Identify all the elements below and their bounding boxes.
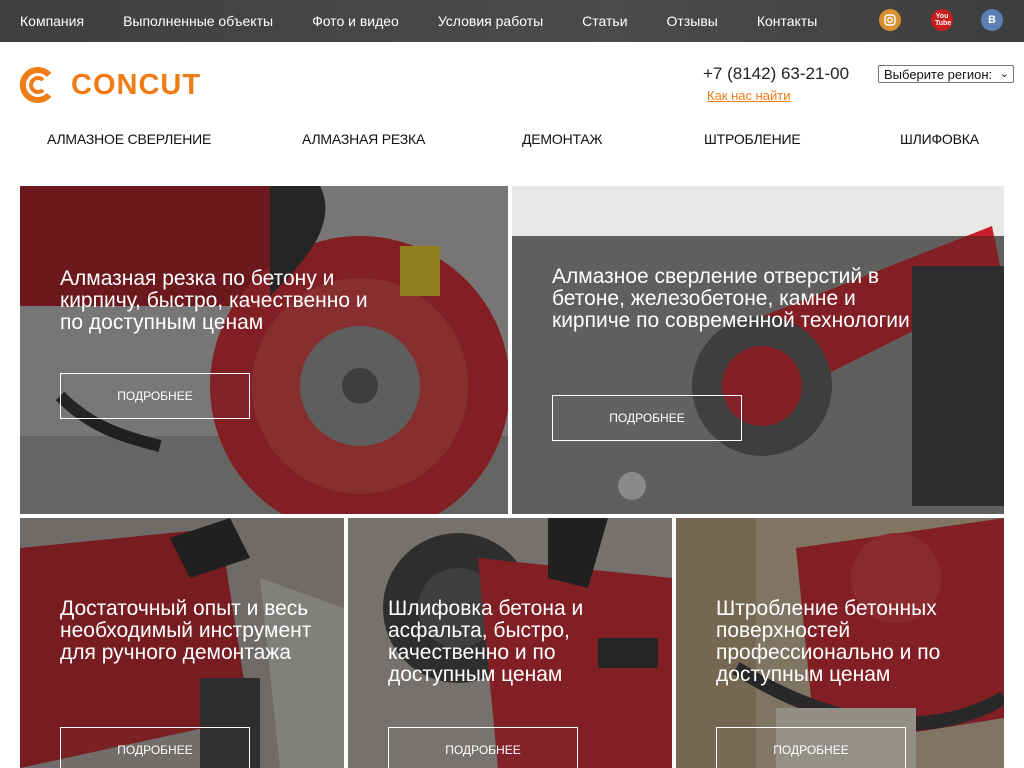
region-select[interactable]: Выберите регион: ⌄ <box>878 65 1014 83</box>
service-card-drilling[interactable]: Алмазное сверление отверстий в бетоне, ж… <box>512 186 1004 514</box>
service-card-grinding[interactable]: Шлифовка бетона и асфальта, быстро, каче… <box>348 518 672 768</box>
mainnav-drilling[interactable]: АЛМАЗНОЕ СВЕРЛЕНИЕ <box>47 131 211 147</box>
mainnav-cutting[interactable]: АЛМАЗНАЯ РЕЗКА <box>302 131 425 147</box>
logo[interactable]: CONCUT <box>19 67 201 103</box>
more-button[interactable]: ПОДРОБНЕЕ <box>716 727 906 768</box>
card-title: Алмазная резка по бетону и кирпичу, быст… <box>60 267 368 334</box>
topnav-media[interactable]: Фото и видео <box>312 13 399 29</box>
card-title: Штробление бетонных поверхностей професс… <box>716 597 941 686</box>
topnav-projects[interactable]: Выполненные объекты <box>123 13 273 29</box>
vk-icon[interactable]: B <box>981 9 1003 31</box>
more-button[interactable]: ПОДРОБНЕЕ <box>60 373 250 419</box>
logo-text: CONCUT <box>71 68 202 101</box>
main-nav: АЛМАЗНОЕ СВЕРЛЕНИЕ АЛМАЗНАЯ РЕЗКА ДЕМОНТ… <box>0 131 1024 151</box>
mainnav-chasing[interactable]: ШТРОБЛЕНИЕ <box>704 131 801 147</box>
top-nav: Компания Выполненные объекты Фото и виде… <box>20 0 856 42</box>
topnav-company[interactable]: Компания <box>20 13 84 29</box>
topnav-terms[interactable]: Условия работы <box>438 13 543 29</box>
top-bar: Компания Выполненные объекты Фото и виде… <box>0 0 1024 42</box>
topnav-contacts[interactable]: Контакты <box>757 13 817 29</box>
instagram-icon[interactable] <box>879 9 901 31</box>
youtube-label: You Tube <box>935 13 952 27</box>
vk-label: B <box>988 14 996 26</box>
find-us-link[interactable]: Как нас найти <box>707 88 791 103</box>
youtube-icon[interactable]: You Tube <box>931 9 953 31</box>
card-title: Шлифовка бетона и асфальта, быстро, каче… <box>388 597 584 686</box>
logo-mark-icon <box>19 67 55 103</box>
more-button[interactable]: ПОДРОБНЕЕ <box>552 395 742 441</box>
service-card-cutting[interactable]: Алмазная резка по бетону и кирпичу, быст… <box>20 186 508 514</box>
more-button[interactable]: ПОДРОБНЕЕ <box>388 727 578 768</box>
camera-glyph <box>884 14 896 26</box>
service-card-chasing[interactable]: Штробление бетонных поверхностей професс… <box>676 518 1004 768</box>
mainnav-grinding[interactable]: ШЛИФОВКА <box>900 131 979 147</box>
service-card-demolition[interactable]: Достаточный опыт и весь необходимый инст… <box>20 518 344 768</box>
card-title: Алмазное сверление отверстий в бетоне, ж… <box>552 265 910 332</box>
phone-number[interactable]: +7 (8142) 63-21-00 <box>703 64 849 84</box>
topnav-reviews[interactable]: Отзывы <box>667 13 718 29</box>
mainnav-demolition[interactable]: ДЕМОНТАЖ <box>522 131 602 147</box>
region-select-value: Выберите регион: <box>884 66 993 82</box>
card-title: Достаточный опыт и весь необходимый инст… <box>60 597 312 664</box>
topnav-articles[interactable]: Статьи <box>582 13 627 29</box>
more-button[interactable]: ПОДРОБНЕЕ <box>60 727 250 768</box>
card-overlay <box>20 186 508 514</box>
chevron-down-icon: ⌄ <box>999 68 1009 80</box>
